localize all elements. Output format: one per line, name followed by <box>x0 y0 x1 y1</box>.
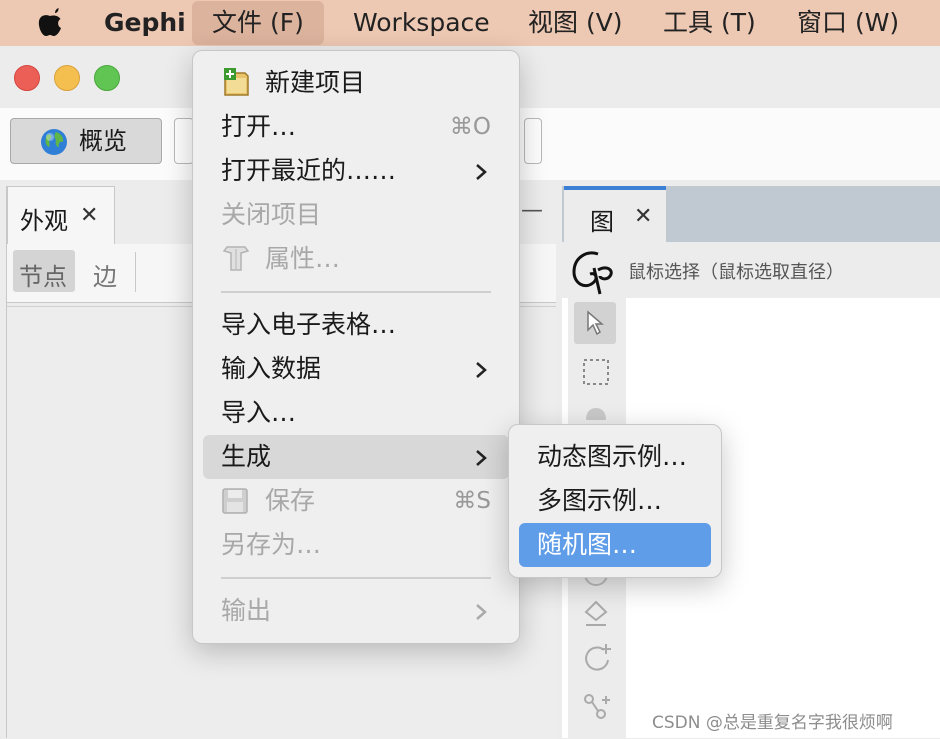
menu-item-label: 多图示例… <box>537 486 663 515</box>
menu-item-label: 属性… <box>265 244 341 273</box>
close-icon[interactable]: ✕ <box>634 204 652 229</box>
menu-item-label: 随机图… <box>537 530 638 559</box>
menu-item-label: 保存 <box>265 486 316 515</box>
close-window-button[interactable] <box>14 65 40 91</box>
menu-item-export[interactable]: 输出 <box>193 589 519 633</box>
shortcut-label: ⌘O <box>449 114 491 140</box>
menu-item-close-project[interactable]: 关闭项目 <box>193 193 519 237</box>
menu-item-label: 打开… <box>221 112 297 141</box>
menu-item-label: 输入数据 <box>221 354 322 383</box>
tab-graph[interactable]: 图 ✕ <box>564 186 666 242</box>
tab-appearance-label: 外观 <box>20 207 68 235</box>
menu-item-random-graph[interactable]: 随机图… <box>519 523 711 567</box>
apple-icon[interactable] <box>36 8 64 38</box>
menu-item-label: 新建项目 <box>265 68 366 97</box>
menu-item-open-recent[interactable]: 打开最近的…… <box>193 149 519 193</box>
cursor-tool-button[interactable] <box>574 302 616 344</box>
menu-item-label: 另存为… <box>221 530 322 559</box>
menu-item-label: 关闭项目 <box>221 200 322 229</box>
chevron-right-icon <box>476 450 487 466</box>
menu-separator <box>221 577 491 579</box>
save-icon <box>222 488 248 514</box>
zoom-window-button[interactable] <box>94 65 120 91</box>
subtab-divider <box>135 252 136 292</box>
menu-item-save-as[interactable]: 另存为… <box>193 523 519 567</box>
watermark-text: CSDN @总是重复名字我很烦啊 <box>652 713 893 733</box>
chevron-right-icon <box>476 362 487 378</box>
properties-icon <box>222 246 250 271</box>
menu-item-label: 导入… <box>221 398 297 427</box>
menu-item-import-spreadsheet[interactable]: 导入电子表格… <box>193 303 519 347</box>
menu-workspace[interactable]: Workspace <box>353 0 490 46</box>
menu-view[interactable]: 视图 (V) <box>528 0 623 46</box>
menu-item-multi-graph-example[interactable]: 多图示例… <box>509 479 721 523</box>
menu-item-import[interactable]: 导入… <box>193 391 519 435</box>
minimize-window-button[interactable] <box>54 65 80 91</box>
generate-submenu: 动态图示例… 多图示例… 随机图… <box>508 424 722 578</box>
menu-window[interactable]: 窗口 (W) <box>797 0 899 46</box>
tab-graph-label: 图 <box>590 208 614 236</box>
app-menu-gephi[interactable]: Gephi <box>104 0 186 46</box>
subtab-nodes-label: 节点 <box>19 263 67 291</box>
menu-item-dynamic-graph-example[interactable]: 动态图示例… <box>509 435 721 479</box>
file-menu: 新建项目 打开… ⌘O 打开最近的…… 关闭项目 属性… 导入电子表格… 输入数… <box>192 50 520 644</box>
chevron-right-icon <box>476 604 487 620</box>
gephi-logo-icon <box>572 251 613 295</box>
menu-bar: Gephi 文件 (F) Workspace 视图 (V) 工具 (T) 窗口 … <box>0 0 940 46</box>
menu-item-input-data[interactable]: 输入数据 <box>193 347 519 391</box>
menu-separator <box>221 291 491 293</box>
graph-status-bar: 鼠标选择（鼠标选取直径） <box>562 242 940 298</box>
menu-file[interactable]: 文件 (F) <box>192 1 324 45</box>
overview-label: 概览 <box>79 127 127 155</box>
rect-select-icon[interactable] <box>582 358 610 386</box>
menu-item-label: 输出 <box>221 596 272 625</box>
menu-item-label: 动态图示例… <box>537 442 688 471</box>
menu-item-label: 导入电子表格… <box>221 310 397 339</box>
graph-tab-strip: 图 ✕ <box>562 186 940 242</box>
cursor-icon <box>587 310 604 336</box>
add-node-icon[interactable] <box>582 642 614 674</box>
menu-item-generate[interactable]: 生成 <box>203 435 509 479</box>
drag-icon[interactable] <box>582 406 610 422</box>
menu-item-save[interactable]: 保存 ⌘S <box>193 479 519 523</box>
add-edge-icon[interactable] <box>582 690 614 722</box>
menu-tools[interactable]: 工具 (T) <box>663 0 756 46</box>
menu-item-label: 生成 <box>221 442 272 471</box>
menu-item-label: 打开最近的…… <box>221 156 397 185</box>
toolbar-button[interactable] <box>174 118 194 164</box>
toolbar-button[interactable] <box>524 118 542 164</box>
menu-item-new-project[interactable]: 新建项目 <box>193 61 519 105</box>
chevron-right-icon <box>476 164 487 180</box>
new-project-icon <box>224 68 249 96</box>
menu-item-properties[interactable]: 属性… <box>193 237 519 281</box>
shortcut-label: ⌘S <box>453 488 491 514</box>
tool-status-text: 鼠标选择（鼠标选取直径） <box>628 262 844 283</box>
menu-item-open[interactable]: 打开… ⌘O <box>193 105 519 149</box>
overview-button[interactable]: 概览 <box>10 118 162 164</box>
subtab-nodes[interactable]: 节点 <box>13 250 75 292</box>
subtab-edges[interactable]: 边 <box>93 257 117 292</box>
globe-icon <box>41 129 67 155</box>
tab-appearance[interactable]: 外观 ✕ <box>7 186 115 245</box>
minimize-icon[interactable]: — <box>521 198 543 223</box>
close-icon[interactable]: ✕ <box>80 203 98 228</box>
paint-icon[interactable] <box>582 598 610 628</box>
